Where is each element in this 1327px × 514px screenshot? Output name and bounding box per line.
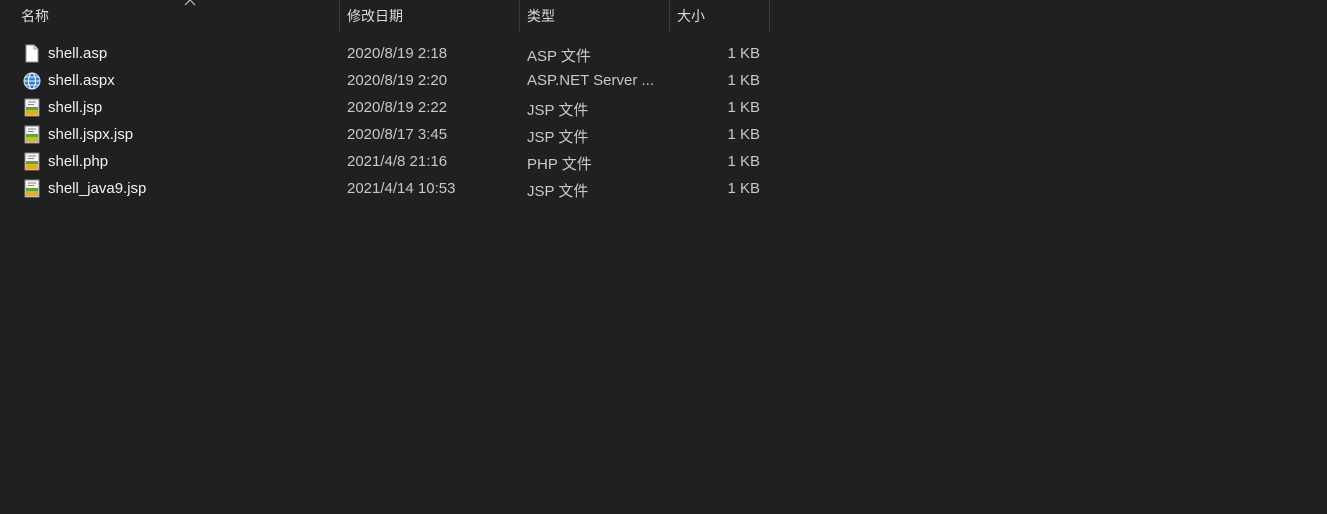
- file-size: 1 KB: [727, 180, 760, 197]
- file-row[interactable]: shell.jspx.jsp 2020/8/17 3:45 JSP 文件 1 K…: [0, 121, 780, 148]
- file-name: shell.aspx: [48, 72, 115, 89]
- file-type: JSP 文件: [527, 129, 589, 146]
- file-name: shell.jspx.jsp: [48, 126, 134, 143]
- column-header-size-label: 大小: [677, 8, 705, 24]
- php-document-icon: [24, 152, 40, 171]
- file-size: 1 KB: [727, 72, 760, 89]
- file-date: 2020/8/19 2:20: [347, 72, 448, 89]
- jsp-document-icon: [24, 125, 40, 144]
- file-type: JSP 文件: [527, 183, 589, 200]
- file-list-pane: 名称 修改日期 类型 大小 shell.asp 2020/8/19 2:18 A…: [0, 0, 1327, 514]
- column-header-name[interactable]: 名称: [14, 0, 340, 32]
- file-row[interactable]: shell.jsp 2020/8/19 2:22 JSP 文件 1 KB: [0, 94, 780, 121]
- file-type: PHP 文件: [527, 156, 592, 173]
- file-type: JSP 文件: [527, 102, 589, 119]
- jsp-document-icon: [24, 179, 40, 198]
- column-header-date-label: 修改日期: [347, 8, 403, 24]
- file-row[interactable]: shell_java9.jsp 2021/4/14 10:53 JSP 文件 1…: [0, 175, 780, 202]
- file-name: shell_java9.jsp: [48, 180, 147, 197]
- file-row[interactable]: shell.asp 2020/8/19 2:18 ASP 文件 1 KB: [0, 40, 780, 67]
- column-header-type[interactable]: 类型: [520, 0, 670, 32]
- sort-ascending-icon: [184, 0, 196, 6]
- file-date: 2020/8/17 3:45: [347, 126, 448, 143]
- file-name: shell.jsp: [48, 99, 103, 116]
- file-date: 2020/8/19 2:18: [347, 45, 448, 62]
- file-date: 2021/4/14 10:53: [347, 180, 456, 197]
- blank-document-icon: [25, 44, 39, 63]
- file-row[interactable]: shell.aspx 2020/8/19 2:20 ASP.NET Server…: [0, 67, 780, 94]
- column-header-row: 名称 修改日期 类型 大小: [0, 0, 770, 32]
- file-type: ASP.NET Server ...: [527, 72, 654, 89]
- column-header-size[interactable]: 大小: [670, 0, 770, 32]
- file-date: 2020/8/19 2:22: [347, 99, 448, 116]
- jsp-document-icon: [24, 98, 40, 117]
- column-header-type-label: 类型: [527, 8, 555, 24]
- file-row[interactable]: shell.php 2021/4/8 21:16 PHP 文件 1 KB: [0, 148, 780, 175]
- file-date: 2021/4/8 21:16: [347, 153, 448, 170]
- file-name: shell.php: [48, 153, 109, 170]
- file-size: 1 KB: [727, 99, 760, 116]
- file-list: shell.asp 2020/8/19 2:18 ASP 文件 1 KB she…: [0, 40, 780, 202]
- globe-document-icon: [23, 72, 41, 90]
- column-header-date[interactable]: 修改日期: [340, 0, 520, 32]
- file-size: 1 KB: [727, 126, 760, 143]
- file-size: 1 KB: [727, 45, 760, 62]
- file-name: shell.asp: [48, 45, 108, 62]
- column-header-name-label: 名称: [21, 8, 49, 24]
- file-type: ASP 文件: [527, 48, 591, 65]
- file-size: 1 KB: [727, 153, 760, 170]
